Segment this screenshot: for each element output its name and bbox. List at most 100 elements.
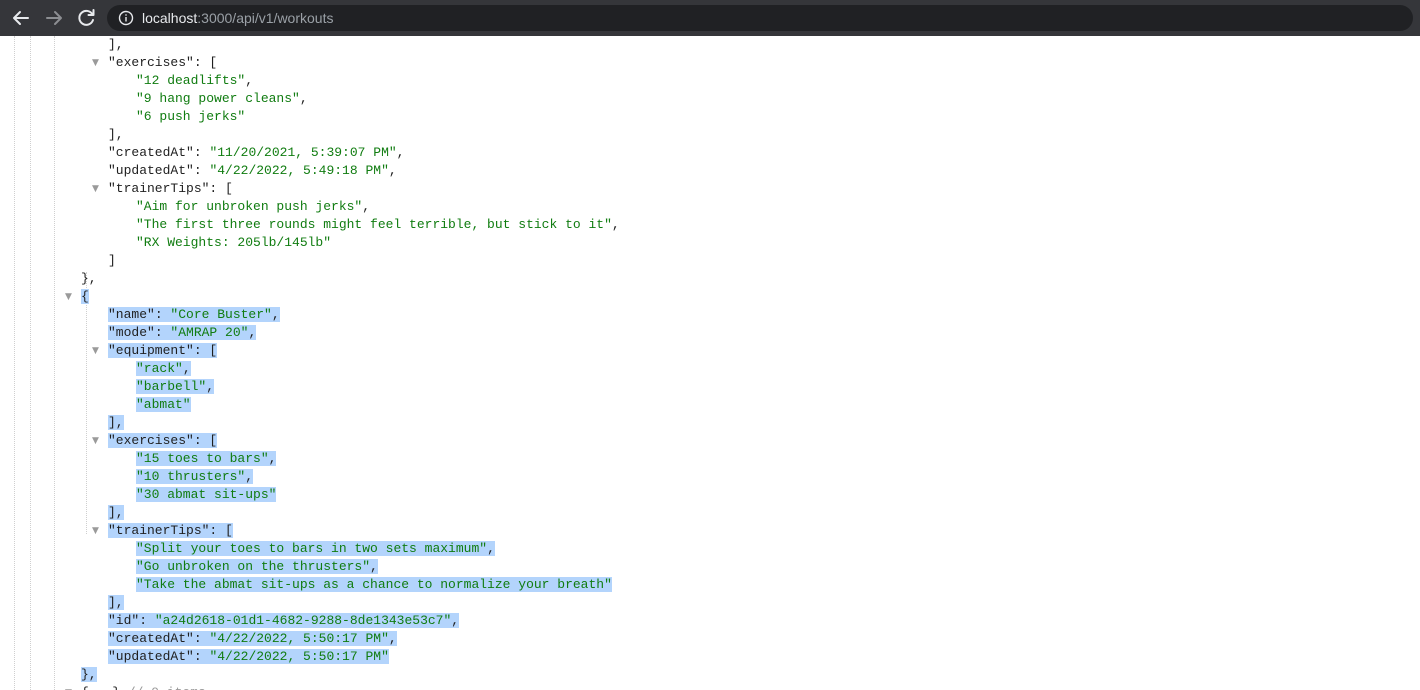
- json-string: "Core Buster": [170, 307, 272, 322]
- json-punctuation: ,: [362, 199, 371, 214]
- json-key: "exercises": [108, 55, 194, 70]
- json-punctuation: ],: [108, 595, 124, 610]
- json-punctuation: : [: [209, 523, 233, 538]
- json-line: ],: [108, 36, 124, 54]
- collapse-toggle-icon[interactable]: ▼: [92, 58, 102, 68]
- reload-icon[interactable]: [74, 6, 98, 30]
- json-key: "mode": [108, 325, 155, 340]
- json-line: "updatedAt": "4/22/2022, 5:49:18 PM",: [108, 162, 397, 180]
- json-key: "createdAt": [108, 145, 194, 160]
- collapse-toggle-icon[interactable]: ▼: [65, 292, 75, 302]
- json-punctuation: :: [193, 145, 210, 160]
- json-line: "Aim for unbroken push jerks",: [136, 198, 370, 216]
- json-line: "trainerTips": [: [108, 180, 233, 198]
- json-line: "mode": "AMRAP 20",: [108, 324, 257, 342]
- json-string: "Split your toes to bars in two sets max…: [136, 541, 488, 556]
- json-line: },: [81, 666, 97, 684]
- json-punctuation: ,: [388, 631, 397, 646]
- site-info-icon[interactable]: [118, 10, 134, 26]
- json-string: "Aim for unbroken push jerks": [136, 199, 363, 214]
- json-line: "rack",: [136, 360, 191, 378]
- json-punctuation: ,: [487, 541, 495, 556]
- collapse-toggle-icon[interactable]: ▼: [92, 436, 102, 446]
- json-string: "6 push jerks": [136, 109, 246, 124]
- json-line: "9 hang power cleans",: [136, 90, 308, 108]
- json-comment: // 9 items: [120, 685, 206, 690]
- json-key: "trainerTips": [108, 181, 210, 196]
- json-punctuation: ,: [182, 361, 191, 376]
- json-punctuation: {...}: [81, 685, 120, 690]
- json-line: "15 toes to bars",: [136, 450, 277, 468]
- json-string: "30 abmat sit-ups": [136, 487, 277, 502]
- json-line: "RX Weights: 205lb/145lb": [136, 234, 331, 252]
- json-punctuation: ,: [245, 73, 254, 88]
- json-string: "9 hang power cleans": [136, 91, 300, 106]
- json-line: {...} // 9 items: [81, 684, 206, 690]
- json-key: "exercises": [108, 433, 194, 448]
- json-line: "10 thrusters",: [136, 468, 254, 486]
- json-line: "The first three rounds might feel terri…: [136, 216, 620, 234]
- json-line: "12 deadlifts",: [136, 72, 253, 90]
- json-key: "trainerTips": [108, 523, 210, 538]
- json-string: "15 toes to bars": [136, 451, 269, 466]
- url-text[interactable]: localhost:3000/api/v1/workouts: [142, 9, 333, 27]
- json-key: "createdAt": [108, 631, 194, 646]
- json-punctuation: ]: [108, 253, 116, 268]
- json-line: ],: [108, 594, 124, 612]
- json-line: "createdAt": "4/22/2022, 5:50:17 PM",: [108, 630, 397, 648]
- json-punctuation: {: [81, 289, 89, 304]
- json-punctuation: ,: [388, 163, 397, 178]
- json-punctuation: ],: [108, 37, 124, 52]
- json-string: "11/20/2021, 5:39:07 PM": [209, 145, 397, 160]
- json-line: ],: [108, 126, 124, 144]
- json-string: "10 thrusters": [136, 469, 246, 484]
- json-punctuation: :: [139, 613, 155, 628]
- json-punctuation: :: [193, 649, 210, 664]
- collapse-toggle-icon[interactable]: ▼: [92, 184, 102, 194]
- json-line: "Split your toes to bars in two sets max…: [136, 540, 495, 558]
- json-punctuation: ,: [370, 559, 378, 574]
- json-line: "30 abmat sit-ups": [136, 486, 277, 504]
- json-punctuation: ],: [108, 415, 124, 430]
- json-string: "Go unbroken on the thrusters": [136, 559, 371, 574]
- back-arrow-icon[interactable]: [9, 6, 33, 30]
- url-path: :3000/api/v1/workouts: [197, 10, 334, 26]
- collapse-toggle-icon[interactable]: ▼: [92, 346, 102, 356]
- json-line: "createdAt": "11/20/2021, 5:39:07 PM",: [108, 144, 404, 162]
- url-host: localhost: [142, 10, 198, 26]
- json-punctuation: : [: [209, 181, 233, 196]
- json-viewer: ], "exercises": [▼ "12 deadlifts", "9 hang …: [0, 36, 1420, 690]
- indent-guide: [54, 36, 55, 690]
- json-punctuation: ,: [611, 217, 620, 232]
- json-line: ]: [108, 252, 116, 270]
- json-punctuation: ,: [271, 307, 280, 322]
- json-string: "barbell": [136, 379, 207, 394]
- json-punctuation: : [: [193, 55, 218, 70]
- forward-arrow-icon[interactable]: [42, 6, 66, 30]
- json-string: "RX Weights: 205lb/145lb": [136, 235, 332, 250]
- json-punctuation: ,: [299, 91, 308, 106]
- json-line: "updatedAt": "4/22/2022, 5:50:17 PM": [108, 648, 389, 666]
- json-line: "equipment": [: [108, 342, 218, 360]
- json-line: ],: [108, 414, 124, 432]
- json-string: "a24d2618-01d1-4682-9288-8de1343e53c7": [154, 613, 452, 628]
- json-punctuation: :: [193, 163, 210, 178]
- browser-toolbar: localhost:3000/api/v1/workouts: [0, 0, 1420, 36]
- json-punctuation: ,: [248, 325, 257, 340]
- json-line: "exercises": [: [108, 432, 218, 450]
- json-string: "rack": [136, 361, 183, 376]
- json-line: "abmat": [136, 396, 191, 414]
- json-punctuation: },: [81, 271, 97, 286]
- indent-guide: [86, 272, 87, 534]
- json-punctuation: : [: [193, 433, 218, 448]
- json-line: "6 push jerks": [136, 108, 245, 126]
- collapse-toggle-icon[interactable]: ▼: [92, 526, 102, 536]
- indent-guide: [14, 36, 15, 690]
- json-line: },: [81, 270, 97, 288]
- json-line: "trainerTips": [: [108, 522, 233, 540]
- json-key: "updatedAt": [108, 649, 194, 664]
- json-line: {: [81, 288, 89, 306]
- json-string: "4/22/2022, 5:50:17 PM": [209, 649, 389, 664]
- json-punctuation: ,: [268, 451, 277, 466]
- json-key: "updatedAt": [108, 163, 194, 178]
